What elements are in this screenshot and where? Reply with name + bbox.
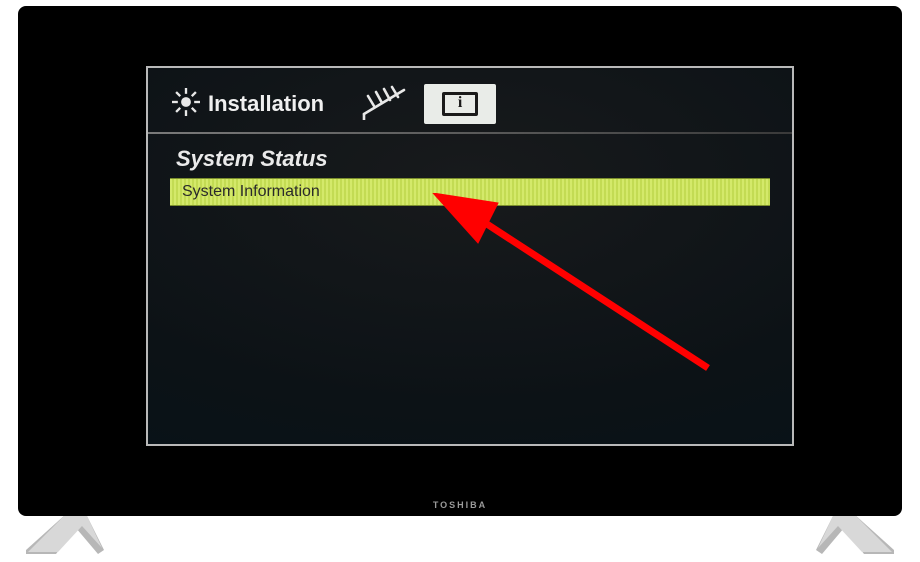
tab-installation-label: Installation xyxy=(208,91,324,117)
tv-bezel: TOSHIBA xyxy=(18,6,902,516)
gear-icon xyxy=(172,88,200,121)
menu-item-label: System Information xyxy=(182,183,320,201)
tv-stand-right xyxy=(816,514,894,554)
tab-bar: Installation xyxy=(148,80,496,128)
tab-antenna[interactable] xyxy=(358,84,410,125)
tab-installation[interactable]: Installation xyxy=(162,88,324,121)
tv-brand-label: TOSHIBA xyxy=(18,500,902,510)
antenna-icon xyxy=(358,84,410,125)
tv-stand-left xyxy=(26,514,104,554)
menu-frame: Installation xyxy=(146,66,794,446)
menu-item-system-information[interactable]: System Information xyxy=(170,178,770,206)
page-heading: System Status xyxy=(176,146,328,172)
tab-system-info[interactable]: i xyxy=(424,84,496,124)
tab-divider xyxy=(148,132,792,134)
annotation-arrow xyxy=(388,193,748,408)
info-icon: i xyxy=(442,92,478,116)
